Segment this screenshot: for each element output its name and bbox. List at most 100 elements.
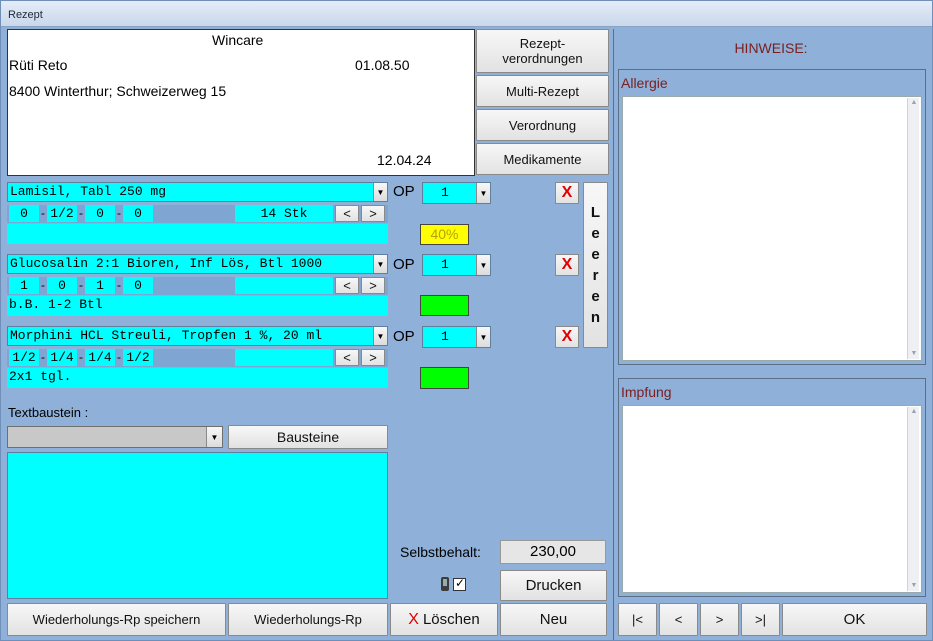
delete-medication-1-button[interactable]: X bbox=[555, 182, 579, 204]
medication-2-prev-button[interactable]: < bbox=[335, 277, 359, 294]
loeschen-button[interactable]: X Löschen bbox=[390, 603, 498, 636]
medication-3-select[interactable]: Morphini HCL Streuli, Tropfen 1 %, 20 ml… bbox=[7, 326, 388, 346]
verordnung-button[interactable]: Verordnung bbox=[476, 109, 609, 141]
dose-evening-input[interactable]: 1 bbox=[85, 277, 115, 294]
medication-3-stock bbox=[235, 349, 333, 366]
scroll-up-icon[interactable]: ▲ bbox=[909, 407, 919, 417]
delete-medication-3-button[interactable]: X bbox=[555, 326, 579, 348]
bausteine-button[interactable]: Bausteine bbox=[228, 425, 388, 449]
medication-1-prev-button[interactable]: < bbox=[335, 205, 359, 222]
chevron-down-icon[interactable]: ▼ bbox=[373, 183, 387, 201]
medication-2-badge bbox=[420, 295, 469, 316]
impfung-textarea[interactable] bbox=[622, 405, 922, 593]
neu-button[interactable]: Neu bbox=[500, 603, 607, 636]
medication-1-next-button[interactable]: > bbox=[361, 205, 385, 222]
selbstbehalt-value: 230,00 bbox=[500, 540, 606, 564]
drucken-button[interactable]: Drucken bbox=[500, 570, 607, 601]
medication-3-next-button[interactable]: > bbox=[361, 349, 385, 366]
chevron-down-icon[interactable]: ▼ bbox=[373, 255, 387, 273]
selbstbehalt-label: Selbstbehalt: bbox=[400, 544, 481, 560]
practice-name: Wincare bbox=[212, 32, 264, 48]
medication-2-qty: 1 bbox=[441, 257, 449, 272]
dose-morning-input[interactable]: 1 bbox=[9, 277, 39, 294]
chevron-down-icon[interactable]: ▼ bbox=[373, 327, 387, 345]
dose-separator: - bbox=[79, 206, 83, 220]
medication-3-note-input[interactable]: 2x1 tgl. bbox=[7, 368, 388, 388]
medication-3-dose-row: 1/2 - 1/4 - 1/4 - 1/2 < > bbox=[7, 349, 388, 367]
nav-last-button[interactable]: >| bbox=[741, 603, 780, 636]
textbaustein-select[interactable]: ▼ bbox=[7, 426, 223, 448]
medication-3-unit: OP bbox=[393, 328, 415, 345]
chevron-down-icon[interactable]: ▼ bbox=[476, 327, 490, 347]
dose-morning-input[interactable]: 0 bbox=[9, 205, 39, 222]
dose-night-input[interactable]: 0 bbox=[123, 205, 153, 222]
nav-next-button[interactable]: > bbox=[700, 603, 739, 636]
phone-icon bbox=[441, 577, 449, 591]
medication-2-next-button[interactable]: > bbox=[361, 277, 385, 294]
impfung-scrollbar[interactable]: ▲ ▼ bbox=[907, 407, 919, 591]
textbaustein-label: Textbaustein : bbox=[8, 405, 89, 420]
dose-evening-input[interactable]: 1/4 bbox=[85, 349, 115, 366]
dose-separator: - bbox=[117, 350, 121, 364]
chevron-down-icon[interactable]: ▼ bbox=[476, 255, 490, 275]
ok-button[interactable]: OK bbox=[782, 603, 927, 636]
rezept-verordnungen-line2: verordnungen bbox=[502, 51, 583, 66]
dose-morning-input[interactable]: 1/2 bbox=[9, 349, 39, 366]
textbaustein-textarea[interactable] bbox=[7, 452, 388, 599]
medication-3-prev-button[interactable]: < bbox=[335, 349, 359, 366]
nav-prev-button[interactable]: < bbox=[659, 603, 698, 636]
medication-1-badge: 40% bbox=[420, 224, 469, 245]
medication-2-select[interactable]: Glucosalin 2:1 Bioren, Inf Lös, Btl 1000… bbox=[7, 254, 388, 274]
chevron-down-icon[interactable]: ▼ bbox=[476, 183, 490, 203]
rezept-verordnungen-button[interactable]: Rezept- verordnungen bbox=[476, 29, 609, 73]
medication-3-qty-select[interactable]: 1 ▼ bbox=[422, 326, 491, 348]
allergie-textarea[interactable] bbox=[622, 96, 922, 361]
dose-separator: - bbox=[79, 350, 83, 364]
wiederholung-speichern-button[interactable]: Wiederholungs-Rp speichern bbox=[7, 603, 226, 636]
medication-2-unit: OP bbox=[393, 256, 415, 273]
dose-night-input[interactable]: 0 bbox=[123, 277, 153, 294]
leeren-letter: n bbox=[590, 309, 601, 326]
leeren-button[interactable]: L e e r e n bbox=[583, 182, 608, 348]
leeren-letter: e bbox=[591, 246, 600, 263]
medication-2-note-input[interactable]: b.B. 1-2 Btl bbox=[7, 296, 388, 316]
scroll-down-icon[interactable]: ▼ bbox=[909, 581, 919, 591]
medication-1-dose-row: 0 - 1/2 - 0 - 0 14 Stk < > bbox=[7, 205, 388, 223]
dose-separator: - bbox=[117, 206, 121, 220]
medication-1-note-input[interactable] bbox=[7, 224, 388, 244]
medication-3-name: Morphini HCL Streuli, Tropfen 1 %, 20 ml bbox=[10, 328, 323, 343]
medication-1-select[interactable]: Lamisil, Tabl 250 mg ▼ bbox=[7, 182, 388, 202]
dose-noon-input[interactable]: 1/2 bbox=[47, 205, 77, 222]
dose-noon-input[interactable]: 0 bbox=[47, 277, 77, 294]
dose-evening-input[interactable]: 0 bbox=[85, 205, 115, 222]
medication-1-qty-select[interactable]: 1 ▼ bbox=[422, 182, 491, 204]
print-checkbox[interactable]: ✓ bbox=[453, 576, 466, 591]
window-title: Rezept bbox=[8, 9, 43, 21]
title-bar: Rezept bbox=[1, 1, 932, 27]
medikamente-button[interactable]: Medikamente bbox=[476, 143, 609, 175]
scroll-down-icon[interactable]: ▼ bbox=[909, 349, 919, 359]
dose-night-input[interactable]: 1/2 bbox=[123, 349, 153, 366]
scroll-up-icon[interactable]: ▲ bbox=[909, 98, 919, 108]
close-icon: X bbox=[408, 610, 419, 628]
rezept-verordnungen-line1: Rezept- bbox=[519, 36, 566, 51]
check-icon: ✓ bbox=[455, 576, 466, 590]
leeren-letter: r bbox=[592, 267, 599, 284]
dose-separator: - bbox=[117, 278, 121, 292]
medication-2-qty-select[interactable]: 1 ▼ bbox=[422, 254, 491, 276]
multi-rezept-button[interactable]: Multi-Rezept bbox=[476, 75, 609, 107]
wiederholung-button[interactable]: Wiederholungs-Rp bbox=[228, 603, 388, 636]
medication-3-badge bbox=[420, 367, 469, 389]
delete-medication-2-button[interactable]: X bbox=[555, 254, 579, 276]
nav-first-button[interactable]: |< bbox=[618, 603, 657, 636]
patient-card: Wincare Rüti Reto 01.08.50 8400 Winterth… bbox=[7, 29, 475, 176]
allergie-scrollbar[interactable]: ▲ ▼ bbox=[907, 98, 919, 359]
dose-separator: - bbox=[41, 206, 45, 220]
medication-1-qty: 1 bbox=[441, 185, 449, 200]
allergie-label: Allergie bbox=[621, 75, 668, 91]
dose-separator: - bbox=[41, 350, 45, 364]
dose-noon-input[interactable]: 1/4 bbox=[47, 349, 77, 366]
allergie-group: Allergie ▲ ▼ bbox=[618, 69, 926, 365]
patient-name: Rüti Reto bbox=[9, 57, 68, 73]
chevron-down-icon[interactable]: ▼ bbox=[206, 427, 222, 447]
